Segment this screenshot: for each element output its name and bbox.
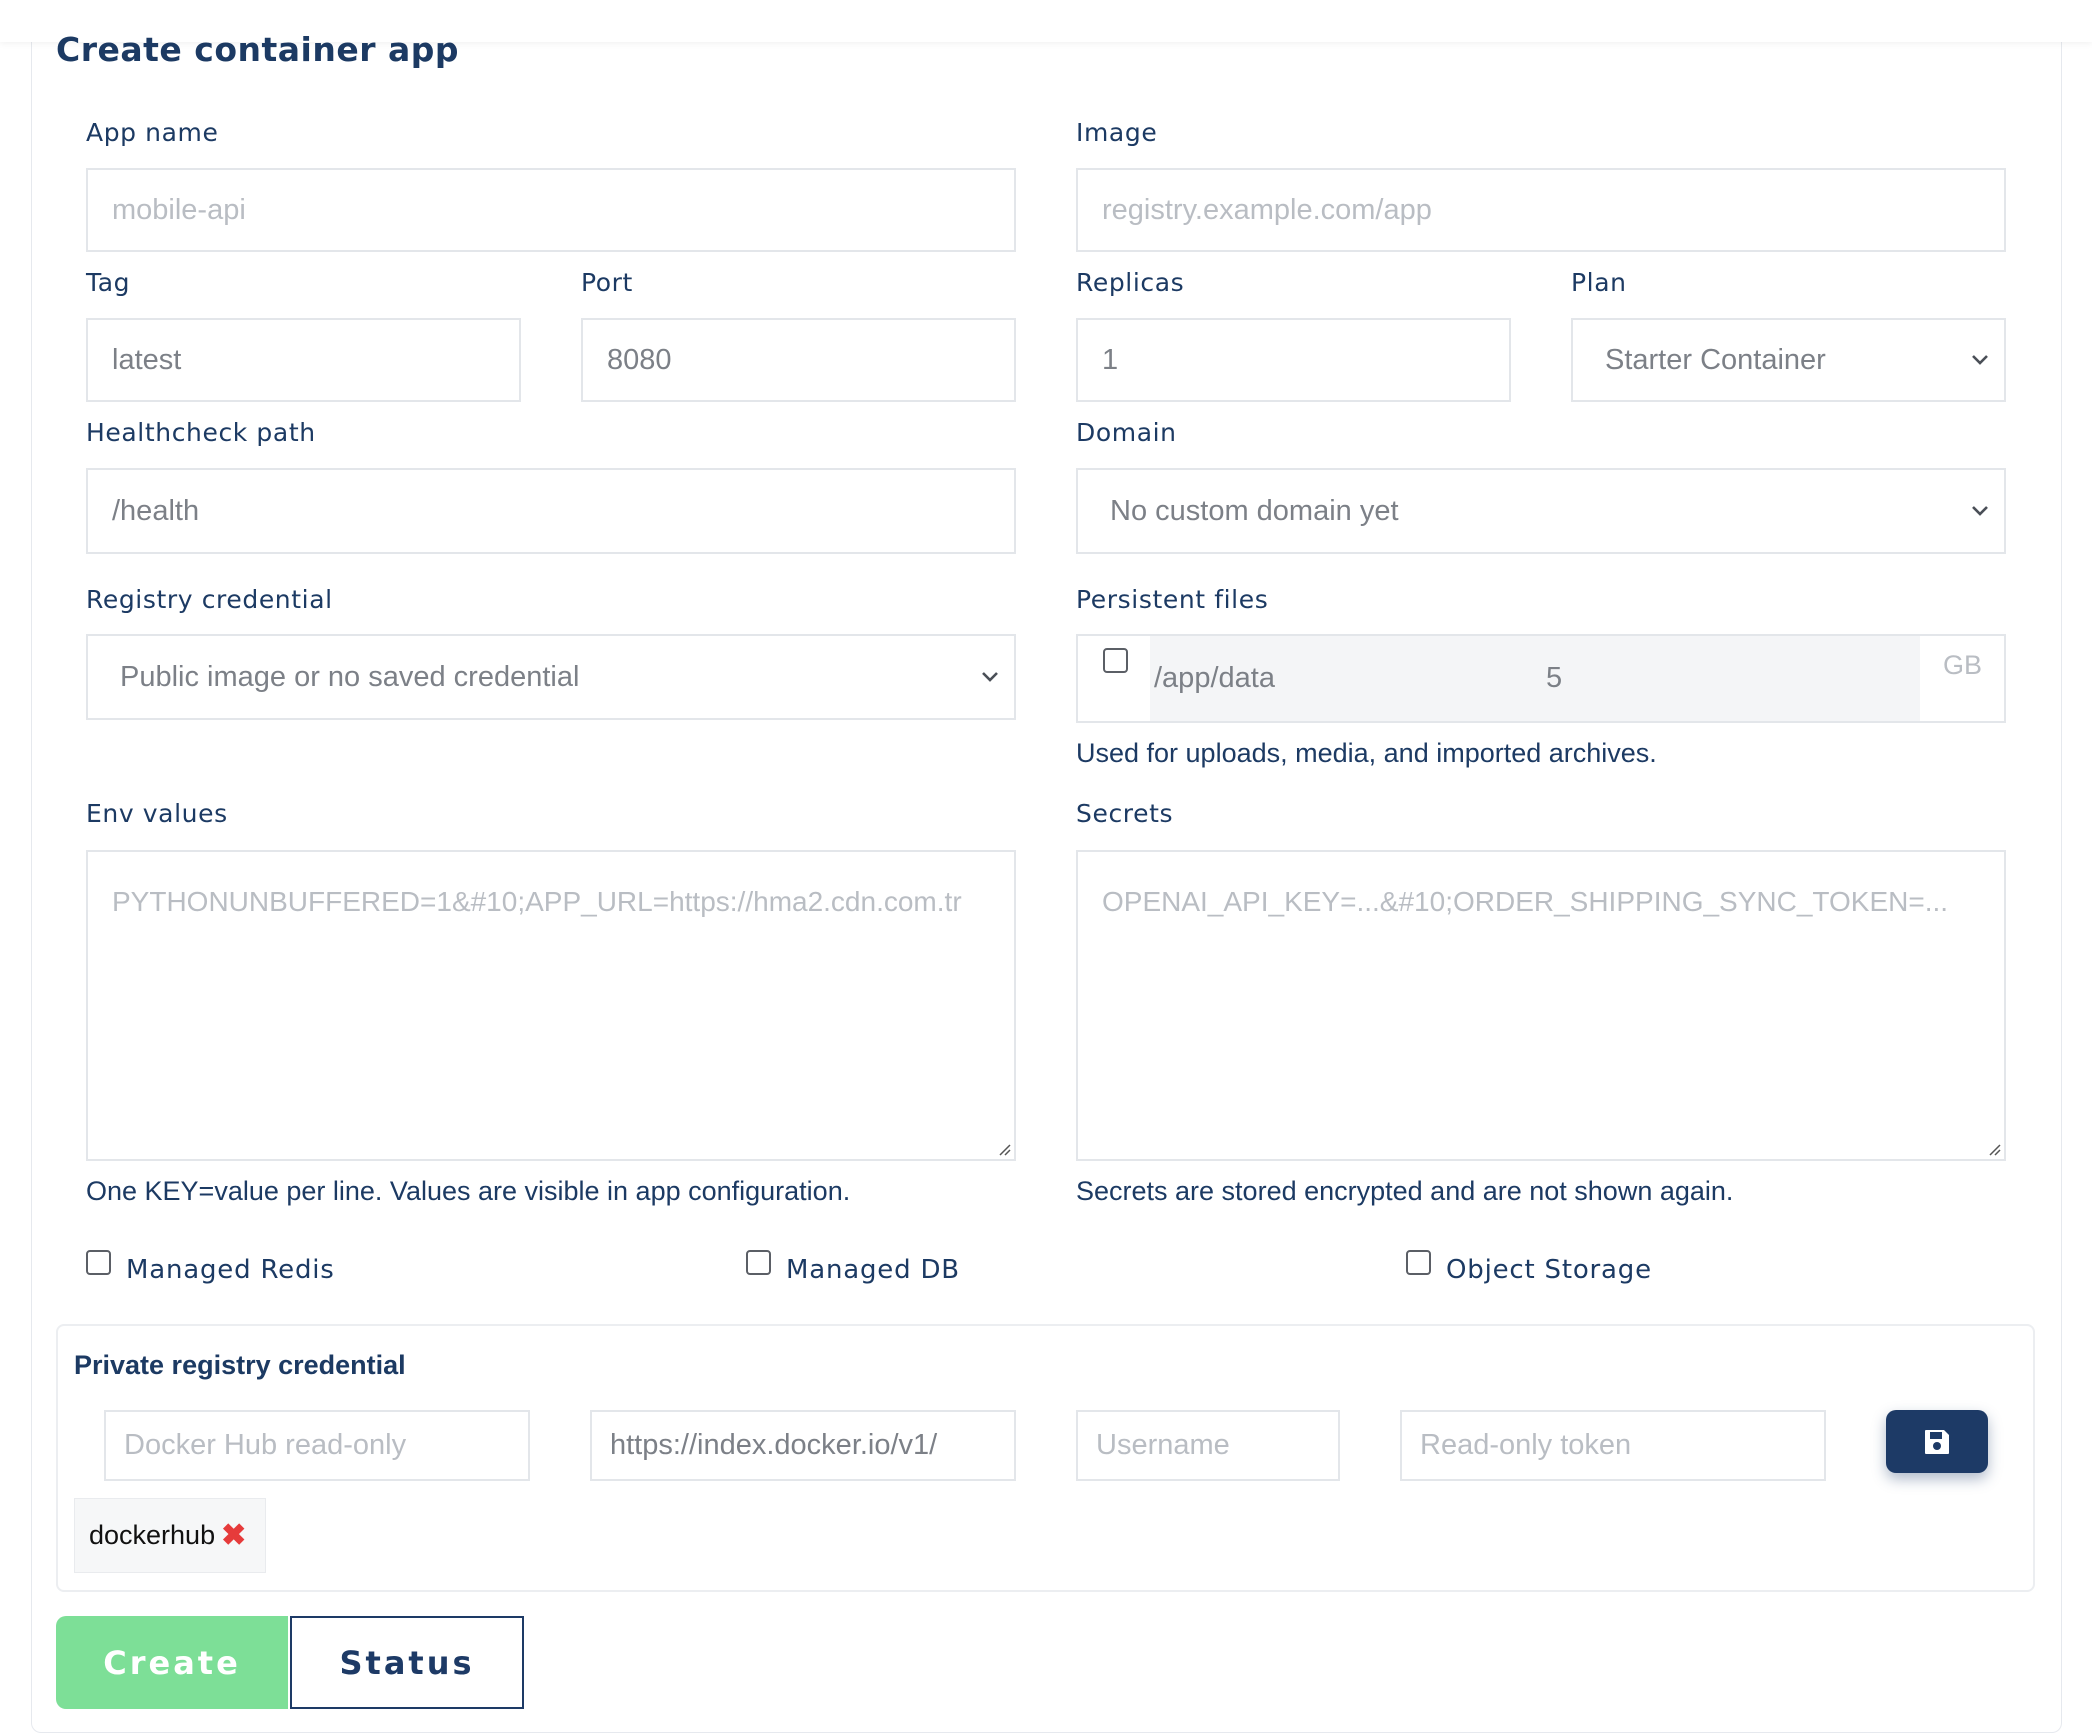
port-label: Port [581, 268, 633, 297]
env-values-help: One KEY=value per line. Values are visib… [86, 1176, 851, 1206]
token-input[interactable]: Read-only token [1400, 1410, 1826, 1481]
image-label: Image [1076, 118, 1158, 147]
app-name-label: App name [86, 118, 219, 147]
image-input[interactable]: registry.example.com/app [1076, 168, 2006, 252]
env-values-placeholder: PYTHONUNBUFFERED=1&#10;APP_URL=https://h… [112, 886, 962, 917]
env-values-textarea[interactable]: PYTHONUNBUFFERED=1&#10;APP_URL=https://h… [86, 850, 1016, 1161]
managed-redis-label: Managed Redis [126, 1255, 335, 1285]
secrets-placeholder: OPENAI_API_KEY=...&#10;ORDER_SHIPPING_SY… [1102, 886, 1949, 917]
managed-db-checkbox[interactable] [746, 1250, 771, 1275]
credential-name-input[interactable]: Docker Hub read-only [104, 1410, 530, 1481]
plan-selected-value: Starter Container [1605, 343, 1826, 376]
resize-grip-icon[interactable] [1987, 1142, 2001, 1156]
chevron-down-icon [982, 672, 998, 682]
persistent-files-unit: GB [1943, 650, 1983, 680]
healthcheck-label: Healthcheck path [86, 418, 316, 447]
saved-credential-name: dockerhub [89, 1520, 216, 1550]
registry-credential-label: Registry credential [86, 585, 333, 614]
status-button[interactable]: Status [290, 1616, 524, 1709]
managed-redis-checkbox[interactable] [86, 1250, 111, 1275]
domain-selected-value: No custom domain yet [1110, 494, 1399, 527]
private-registry-title: Private registry credential [74, 1350, 406, 1380]
secrets-help: Secrets are stored encrypted and are not… [1076, 1176, 1734, 1206]
persistent-files-path-input[interactable]: /app/data [1154, 662, 1275, 695]
page-title: Create container app [56, 30, 460, 69]
save-icon [1925, 1429, 1949, 1454]
chevron-down-icon [1972, 355, 1988, 365]
replicas-input[interactable]: 1 [1076, 318, 1511, 402]
plan-select[interactable]: Starter Container [1571, 318, 2006, 402]
object-storage-checkbox[interactable] [1406, 1250, 1431, 1275]
domain-select[interactable]: No custom domain yet [1076, 468, 2006, 554]
registry-server-input[interactable]: https://index.docker.io/v1/ [590, 1410, 1016, 1481]
tag-input[interactable]: latest [86, 318, 521, 402]
saved-credential-chip: dockerhub ✖ [74, 1498, 266, 1573]
remove-credential-icon[interactable]: ✖ [221, 1518, 246, 1553]
env-values-label: Env values [86, 799, 228, 828]
port-input[interactable]: 8080 [581, 318, 1016, 402]
secrets-textarea[interactable]: OPENAI_API_KEY=...&#10;ORDER_SHIPPING_SY… [1076, 850, 2006, 1161]
managed-db-label: Managed DB [786, 1255, 960, 1285]
registry-credential-selected-value: Public image or no saved credential [120, 660, 580, 693]
healthcheck-input[interactable]: /health [86, 468, 1016, 554]
persistent-files-size-input[interactable]: 5 [1546, 662, 1562, 695]
save-credential-button[interactable] [1886, 1410, 1988, 1473]
persistent-files-checkbox[interactable] [1103, 648, 1128, 673]
persistent-files-group: /app/data 5 GB [1076, 634, 2006, 723]
create-button[interactable]: Create [56, 1616, 288, 1709]
username-input[interactable]: Username [1076, 1410, 1340, 1481]
domain-label: Domain [1076, 418, 1177, 447]
object-storage-label: Object Storage [1446, 1255, 1652, 1285]
replicas-label: Replicas [1076, 268, 1185, 297]
resize-grip-icon[interactable] [997, 1142, 1011, 1156]
chevron-down-icon [1972, 506, 1988, 516]
plan-label: Plan [1571, 268, 1627, 297]
tag-label: Tag [86, 268, 131, 297]
registry-credential-select[interactable]: Public image or no saved credential [86, 634, 1016, 720]
persistent-files-label: Persistent files [1076, 585, 1269, 614]
app-name-input[interactable]: mobile-api [86, 168, 1016, 252]
secrets-label: Secrets [1076, 799, 1174, 828]
persistent-files-help: Used for uploads, media, and imported ar… [1076, 738, 1657, 768]
